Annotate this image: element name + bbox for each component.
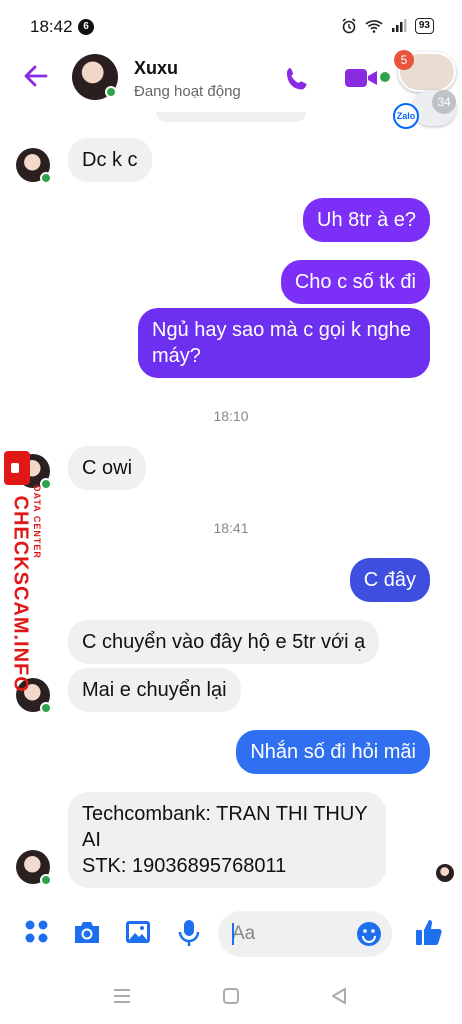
read-receipt-avatar [436,864,454,882]
phone-call-icon[interactable] [283,65,311,93]
lock-icon [4,451,30,485]
message-bubble-incoming[interactable]: Techcombank: TRAN THI THUY AI STK: 19036… [68,792,386,888]
signal-icon [391,19,407,32]
message-bubble-outgoing[interactable]: Ngủ hay sao mà c gọi k nghe máy? [138,308,430,378]
video-call-icon[interactable] [344,67,378,89]
timestamp: 18:10 [213,408,249,424]
message-bubble-incoming[interactable]: C owi [68,446,147,490]
chat-head-badge: 5 [394,50,414,70]
message-list[interactable]: Dc k c Uh 8tr à e? Cho c số tk đi Ngủ ha… [0,112,462,902]
emoji-icon[interactable] [356,921,382,947]
contact-status: Đang hoạt động [134,83,241,100]
message-input-container[interactable] [218,911,392,957]
previous-message-edge [156,112,306,122]
system-navigation-bar [0,972,462,1024]
message-bubble-outgoing[interactable]: C đây [349,558,430,602]
online-indicator [40,874,52,886]
watermark-subtitle: DATA CENTER [32,485,42,559]
online-indicator [105,86,117,98]
message-bubble-incoming[interactable]: Dc k c [68,138,152,182]
microphone-icon[interactable] [178,919,200,947]
apps-grid-icon[interactable] [24,919,50,945]
online-indicator [40,702,52,714]
system-icons: 93 [341,18,434,34]
message-bubble-incoming[interactable]: C chuyển vào đây hộ e 5tr với ạ [68,620,380,664]
status-time: 18:42 [30,17,73,36]
secondary-chat-badge: 34 [432,90,456,114]
home-icon[interactable] [222,987,240,1005]
message-bubble-outgoing[interactable]: Nhắn số đi hỏi mãi [236,730,430,774]
message-bubble-outgoing[interactable]: Uh 8tr à e? [303,198,430,242]
thumbs-up-icon[interactable] [414,917,444,947]
message-composer [0,905,462,967]
back-arrow-icon[interactable] [22,62,50,90]
text-caret [232,923,234,945]
message-bubble-incoming[interactable]: Mai e chuyển lại [68,668,241,712]
message-input[interactable] [232,921,352,947]
recent-apps-icon[interactable] [112,987,132,1005]
online-indicator [40,172,52,184]
notification-count-icon: 6 [78,19,94,35]
battery-icon: 93 [414,18,434,34]
camera-icon[interactable] [72,919,102,945]
watermark-text: CHECKSCAM.INFO [9,495,32,693]
contact-name[interactable]: Xuxu [134,58,178,79]
back-nav-icon[interactable] [330,987,348,1005]
timestamp: 18:41 [213,520,249,536]
alarm-icon [342,18,356,34]
message-bubble-outgoing[interactable]: Cho c số tk đi [280,260,430,304]
chat-header: Xuxu Đang hoạt động 5 34 Zalo [0,50,462,129]
active-dot [380,72,390,82]
wifi-icon [365,20,383,33]
gallery-icon[interactable] [124,919,152,945]
status-bar: 18:42 6 93 [0,0,462,56]
